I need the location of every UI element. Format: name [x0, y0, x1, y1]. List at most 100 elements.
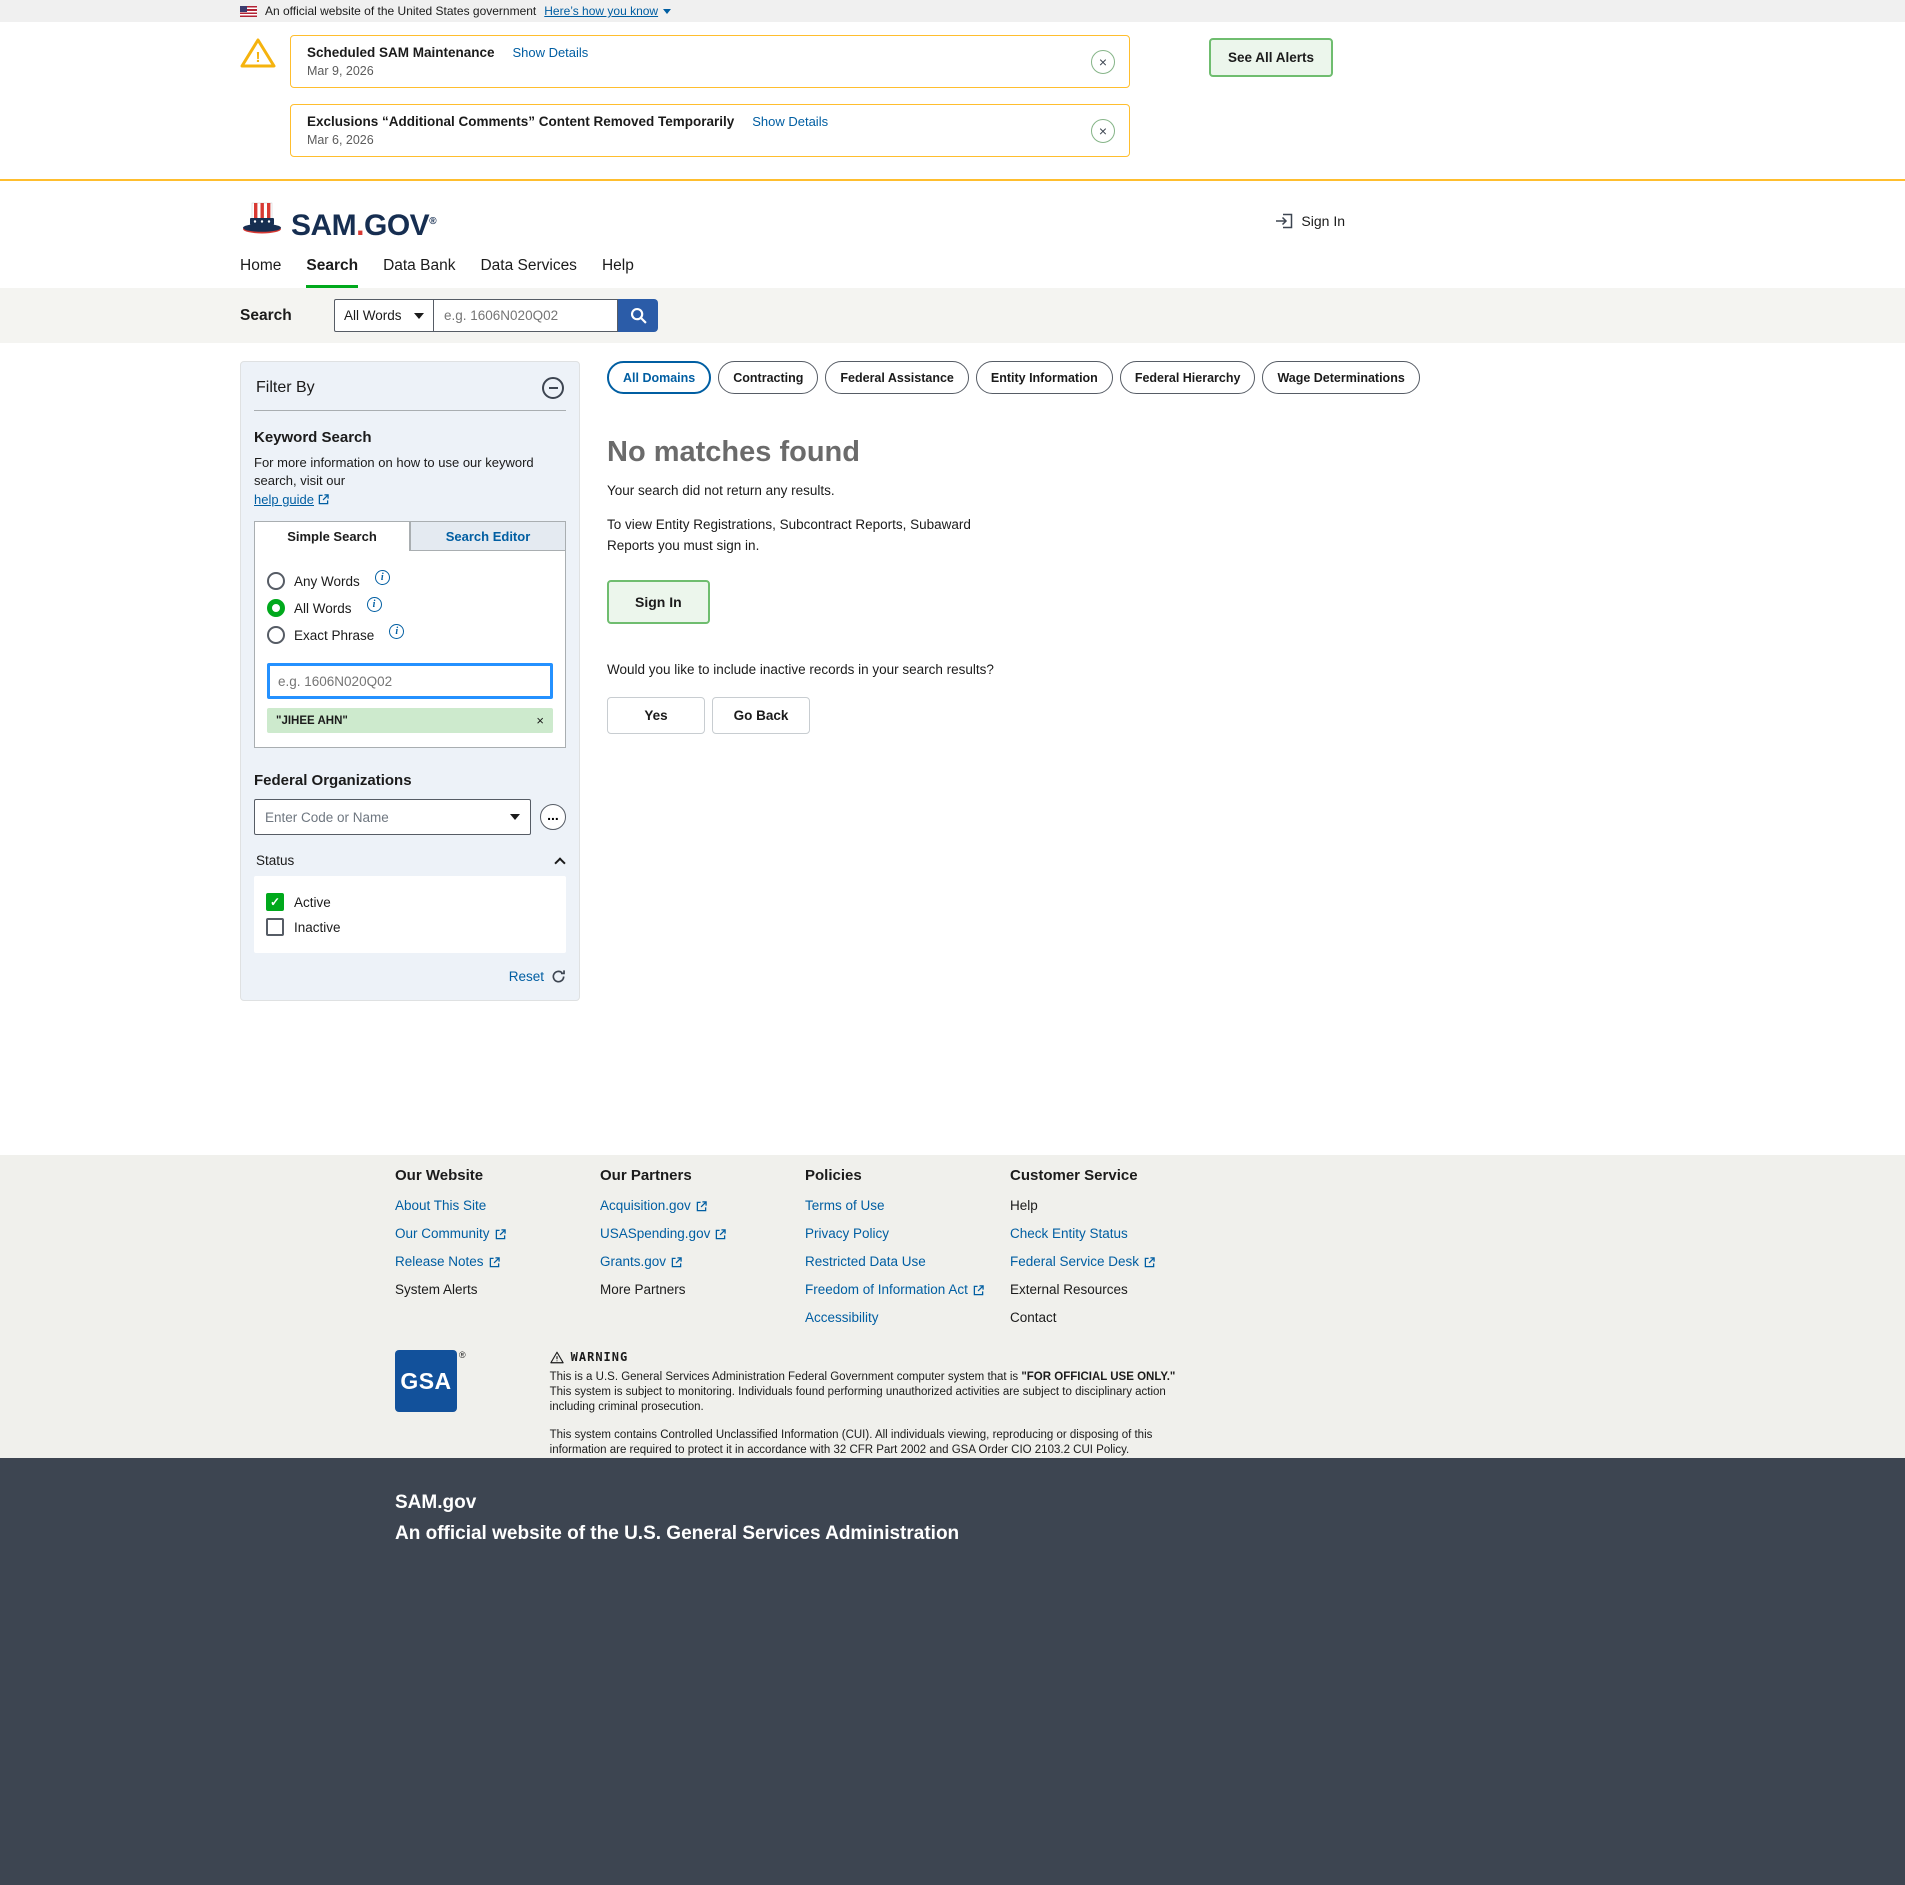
- keyword-search-tabs: Simple Search Search Editor: [254, 521, 566, 551]
- footer-link-restricted-data-use[interactable]: Restricted Data Use: [805, 1254, 1010, 1270]
- footer-col-our-website: Our Website About This Site Our Communit…: [395, 1167, 600, 1338]
- show-details-link[interactable]: Show Details: [512, 45, 588, 60]
- chevron-down-icon: [414, 313, 424, 319]
- see-all-alerts-button[interactable]: See All Alerts: [1209, 38, 1333, 77]
- footer-link-usaspending-gov[interactable]: USASpending.gov: [600, 1226, 805, 1242]
- domain-tab-wage-determinations[interactable]: Wage Determinations: [1262, 361, 1419, 394]
- footer-link-federal-service-desk[interactable]: Federal Service Desk: [1010, 1254, 1215, 1270]
- federal-organizations-heading: Federal Organizations: [254, 772, 566, 789]
- show-details-link[interactable]: Show Details: [752, 114, 828, 129]
- footer-link-check-entity-status[interactable]: Check Entity Status: [1010, 1226, 1215, 1242]
- tab-search-editor[interactable]: Search Editor: [410, 521, 566, 551]
- close-icon[interactable]: ×: [1091, 50, 1115, 74]
- sign-in-note: To view Entity Registrations, Subcontrac…: [607, 514, 1019, 556]
- keyword-chip: "JIHEE AHN" ×: [267, 708, 553, 733]
- inactive-records-question: Would you like to include inactive recor…: [607, 662, 1420, 677]
- footer-link-privacy-policy[interactable]: Privacy Policy: [805, 1226, 1010, 1242]
- ellipsis-icon[interactable]: ...: [540, 804, 566, 830]
- how-you-know-link[interactable]: Here’s how you know: [544, 4, 658, 18]
- radio-exact-phrase[interactable]: Exact Phrase i: [267, 626, 553, 644]
- alert-exclusions: Exclusions “Additional Comments” Content…: [240, 104, 1130, 157]
- info-icon[interactable]: i: [375, 570, 390, 585]
- footer-heading: Policies: [805, 1167, 1010, 1184]
- nav-item-help[interactable]: Help: [602, 257, 634, 288]
- main-nav: Home Search Data Bank Data Services Help: [240, 257, 1905, 288]
- help-guide-link[interactable]: help guide: [254, 492, 329, 507]
- radio-button-selected: [267, 599, 285, 617]
- no-matches-heading: No matches found: [607, 436, 1420, 469]
- keyword-search-input[interactable]: [267, 663, 553, 699]
- external-link-icon: [318, 494, 329, 505]
- brand-wordmark: SAM.GOV®: [291, 211, 436, 241]
- sam-gov-logo[interactable]: SAM.GOV®: [240, 201, 436, 241]
- nav-item-home[interactable]: Home: [240, 257, 281, 288]
- external-link-icon: [715, 1229, 726, 1240]
- domain-tab-contracting[interactable]: Contracting: [718, 361, 818, 394]
- tab-simple-search[interactable]: Simple Search: [254, 521, 410, 551]
- external-link-icon: [973, 1285, 984, 1296]
- header-sign-in-link[interactable]: Sign In: [1275, 213, 1345, 229]
- us-flag-icon: [240, 6, 257, 17]
- alert-maintenance: ! Scheduled SAM Maintenance Show Details…: [240, 35, 1130, 88]
- collapse-filters-button[interactable]: [542, 377, 564, 399]
- radio-label: All Words: [294, 601, 352, 616]
- footer-link-accessibility[interactable]: Accessibility: [805, 1310, 1010, 1326]
- footer-link-external-resources[interactable]: External Resources: [1010, 1282, 1215, 1298]
- info-icon[interactable]: i: [367, 597, 382, 612]
- footer-link-about-this-site[interactable]: About This Site: [395, 1198, 600, 1214]
- domain-tab-entity-information[interactable]: Entity Information: [976, 361, 1113, 394]
- refresh-icon[interactable]: [551, 969, 566, 984]
- footer-link-acquisition-gov[interactable]: Acquisition.gov: [600, 1198, 805, 1214]
- chevron-down-icon: [663, 9, 671, 14]
- checkbox-active[interactable]: ✓ Active: [266, 893, 554, 911]
- radio-any-words[interactable]: Any Words i: [267, 572, 553, 590]
- footer-col-policies: Policies Terms of Use Privacy Policy Res…: [805, 1167, 1010, 1338]
- global-search-bar: Search All Words: [0, 288, 1905, 343]
- nav-item-data-bank[interactable]: Data Bank: [383, 257, 455, 288]
- warning-title: WARNING: [571, 1350, 629, 1365]
- checkbox-checked: ✓: [266, 893, 284, 911]
- reset-filters-link[interactable]: Reset: [509, 969, 544, 984]
- footer-link-grants-gov[interactable]: Grants.gov: [600, 1254, 805, 1270]
- sign-in-button[interactable]: Sign In: [607, 580, 710, 624]
- close-icon[interactable]: ×: [536, 714, 544, 727]
- domain-tab-federal-assistance[interactable]: Federal Assistance: [825, 361, 968, 394]
- keyword-search-description: For more information on how to use our k…: [254, 454, 566, 490]
- domain-tab-federal-hierarchy[interactable]: Federal Hierarchy: [1120, 361, 1256, 394]
- close-icon[interactable]: ×: [1091, 119, 1115, 143]
- search-icon: [630, 307, 647, 324]
- footer-link-more-partners[interactable]: More Partners: [600, 1282, 805, 1298]
- yes-button[interactable]: Yes: [607, 697, 705, 734]
- minus-icon: [549, 387, 558, 389]
- external-link-icon: [696, 1201, 707, 1212]
- status-section-header[interactable]: Status: [256, 853, 564, 868]
- footer-link-help[interactable]: Help: [1010, 1198, 1215, 1214]
- gov-banner-text: An official website of the United States…: [265, 4, 536, 18]
- footer-link-our-community[interactable]: Our Community: [395, 1226, 600, 1242]
- combo-placeholder: Enter Code or Name: [265, 810, 389, 825]
- info-icon[interactable]: i: [389, 624, 404, 639]
- radio-all-words[interactable]: All Words i: [267, 599, 553, 617]
- sign-in-icon: [1275, 213, 1293, 229]
- footer-link-contact[interactable]: Contact: [1010, 1310, 1215, 1326]
- main-content: Filter By Keyword Search For more inform…: [240, 343, 1345, 1155]
- gsa-logo: GSA ®: [395, 1350, 466, 1458]
- search-label: Search: [240, 307, 334, 325]
- nav-item-search[interactable]: Search: [306, 257, 358, 288]
- checkbox-inactive[interactable]: Inactive: [266, 918, 554, 936]
- go-back-button[interactable]: Go Back: [712, 697, 810, 734]
- system-warning: WARNING This is a U.S. General Services …: [550, 1350, 1185, 1458]
- keyword-chip-label: "JIHEE AHN": [276, 715, 348, 727]
- domain-tab-all-domains[interactable]: All Domains: [607, 361, 711, 394]
- search-submit-button[interactable]: [618, 299, 658, 332]
- footer-link-terms-of-use[interactable]: Terms of Use: [805, 1198, 1010, 1214]
- global-search-input[interactable]: [434, 299, 618, 332]
- filter-panel: Filter By Keyword Search For more inform…: [240, 361, 580, 1001]
- federal-organizations-combo[interactable]: Enter Code or Name: [254, 799, 531, 835]
- radio-label: Any Words: [294, 574, 360, 589]
- search-scope-select[interactable]: All Words: [334, 299, 434, 332]
- footer-link-system-alerts[interactable]: System Alerts: [395, 1282, 600, 1298]
- nav-item-data-services[interactable]: Data Services: [480, 257, 576, 288]
- footer-link-release-notes[interactable]: Release Notes: [395, 1254, 600, 1270]
- footer-link-foia[interactable]: Freedom of Information Act: [805, 1282, 1010, 1298]
